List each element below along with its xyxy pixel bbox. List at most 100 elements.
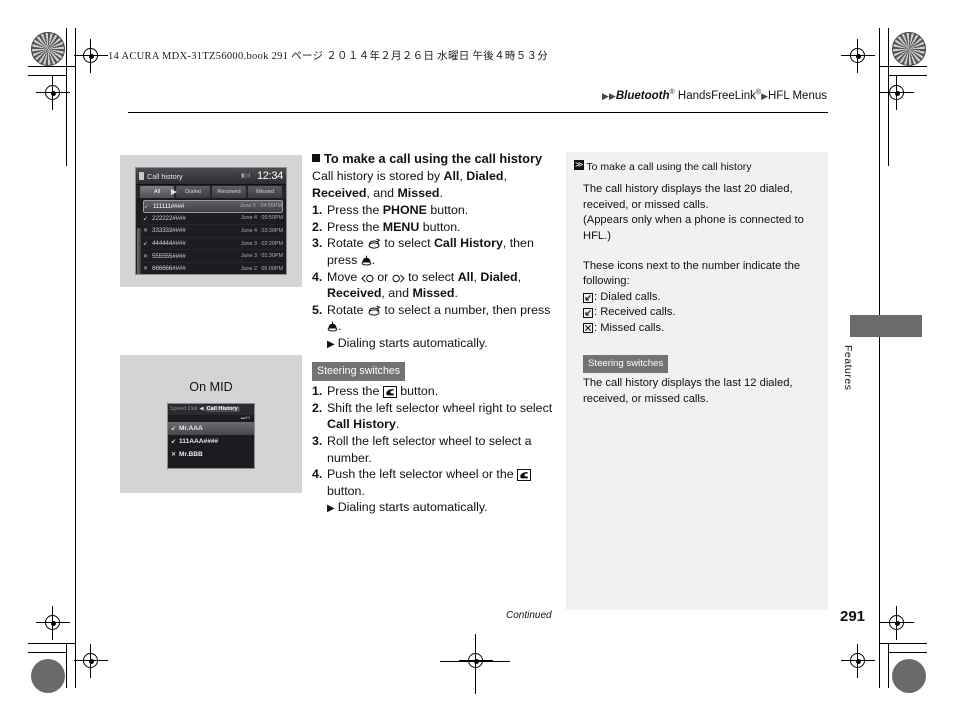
mid-entry-label: Mr.AAA [179,424,203,432]
nav-screen-mock: Call history ▮▯ıl 12:34 All Dialed Recei… [135,167,287,275]
missed-call-icon [583,323,593,334]
nav-tab-dialed: Dialed [171,186,210,198]
crop-line [889,652,927,653]
call-date: June 2 [240,265,257,272]
intro-text: , [503,169,507,183]
emphasis-text: Received [312,185,367,200]
step-body: Roll the left selector wheel to select a… [327,433,532,465]
phone-icon [139,172,144,180]
mid-tab-speed-dial: Speed Dial [170,406,198,412]
side-note-body: The call history displays the last 20 di… [574,182,818,407]
call-date: June 3 [240,240,257,247]
emphasis-text: All [443,169,460,183]
numbered-steps: 1. Press the PHONE button. 2. Press the … [312,202,557,335]
crop-line [28,643,76,644]
step-body: Press the MENU button. [327,219,461,234]
crop-line [879,66,927,67]
step-body: Press the button. [327,384,439,399]
chevron-right-icon: ▶ [608,90,616,101]
hfl-talk-button-icon [382,386,397,399]
nav-tab-missed: Missed [248,186,282,198]
legend-text: : Dialed calls. [594,290,661,303]
mid-screen-mock: Speed Dial ◀ Call History ▬▾ıl ↙ Mr.AAA … [167,402,255,469]
list-item: 4. Push the left selector wheel or the b… [312,466,557,499]
call-time: 03:30PM [261,227,283,234]
crop-line [879,643,927,644]
table-row: ↙ 444444#### June 3 02:20PM [143,238,283,251]
chevron-right-icon: ▶ [761,90,768,101]
rotate-knob-icon [367,304,381,316]
step-number: 2. [312,219,323,234]
side-note-paragraph: The call history displays the last 20 di… [583,183,793,211]
chevron-left-icon: ◀ [199,406,204,412]
figure-column: Call history ▮▯ıl 12:34 All Dialed Recei… [120,155,302,493]
reg-mark-br [880,606,914,640]
missed-call-icon: ✕ [171,451,177,458]
registration-starburst-top-right [892,32,926,66]
intro-text: , and [366,185,398,200]
step-body: Rotate to select Call History, then pres… [327,236,534,267]
crop-line [66,643,67,688]
list-item: ↙ Mr.AAA [168,421,254,435]
list-item: ↙ 111AAA#### [168,435,254,448]
side-note-paragraph: These icons next to the number indicate … [583,260,801,288]
mid-entry-label: Mr.BBB [179,450,203,458]
intro-paragraph: Call history is stored by All, Dialed, R… [312,168,557,201]
enter-button-icon [327,320,338,332]
mid-entry-label: 111AAA#### [179,437,219,445]
crop-line [28,75,66,76]
legend-text: : Received calls. [594,306,676,319]
reg-mark-bl2 [74,644,108,678]
call-date: June 5 [239,203,256,210]
missed-call-icon: ✕ [143,228,149,235]
bullet-square-icon [312,154,320,162]
list-item: 4. Move or to select All, Dialed, Receiv… [312,269,557,302]
dialed-call-icon: ↙ [171,438,177,445]
nav-status-bar: Call history ▮▯ıl 12:34 [136,168,286,185]
list-item: ✕ Mr.BBB [168,448,254,461]
missed-call-icon: ✕ [143,253,149,260]
result-line: ▶ Dialing starts automatically. [327,335,557,354]
nav-tab-dialed-label: Dialed [185,189,201,195]
crop-line [75,634,76,688]
crop-line [75,75,76,635]
section-heading: To make a call using the call history [312,150,557,167]
table-row: ✕ 333333#### June 4 03:30PM [143,225,283,238]
legend-text: : Missed calls. [594,321,665,334]
crop-line [889,75,927,76]
call-date: June 4 [240,227,257,234]
call-number: 555555#### [152,252,186,260]
header-divider [128,112,828,113]
step-number: 1. [312,203,323,218]
move-left-icon [361,271,374,282]
step-number: 2. [312,400,323,415]
call-date: June 3 [240,253,257,260]
list-item: 5. Rotate to select a number, then press… [312,302,557,335]
breadcrumb: ▶▶Bluetooth® HandsFreeLink®▶HFL Menus [602,89,827,102]
mid-tab-bar: Speed Dial ◀ Call History [168,403,254,415]
crop-line [879,75,880,635]
step-body: Press the PHONE button. [327,203,469,218]
nav-screen-title: Call history [147,171,183,181]
section-heading-text: To make a call using the call history [324,151,543,166]
list-item: 1. Press the PHONE button. [312,202,557,219]
crop-line [475,634,476,694]
mid-signal-icon: ▬▾ıl [240,414,250,420]
list-item: 3. Roll the left selector wheel to selec… [312,433,557,466]
side-note-panel: ≫ To make a call using the call history T… [566,152,828,610]
steering-switch-steps: 1. Press the button. 2. Shift the left s… [312,383,557,499]
call-number: 111111#### [153,202,185,210]
reg-mark-tr [841,39,875,73]
breadcrumb-handsfreelink: HandsFreeLink [674,89,756,102]
steering-switches-tag: Steering switches [312,361,406,382]
call-time: 01:30PM [261,253,283,260]
crop-line [28,66,76,67]
crop-line [888,643,889,688]
step-body: Shift the left selector wheel right to s… [327,400,553,432]
result-line: ▶ Dialing starts automatically. [327,499,557,518]
crop-line [879,634,880,688]
call-date: June 4 [240,215,257,222]
dialed-call-icon: ↙ [171,425,177,432]
